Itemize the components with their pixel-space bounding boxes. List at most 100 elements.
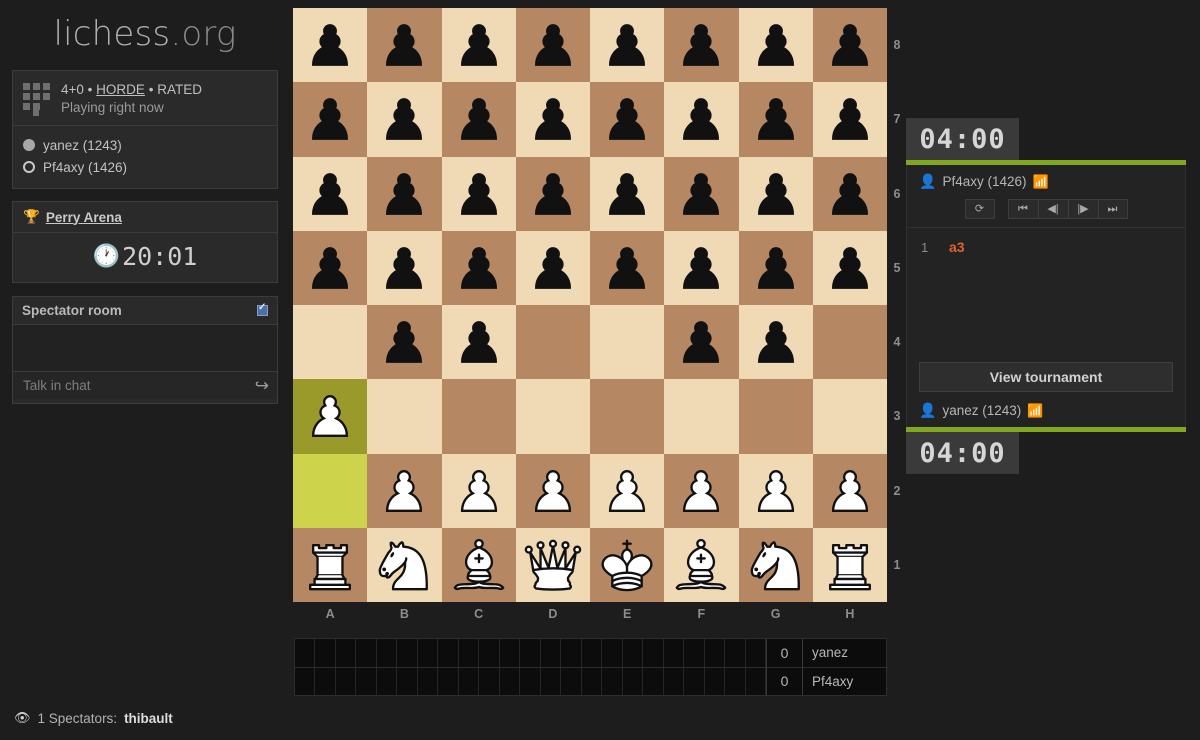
chat-toggle-checkbox[interactable]: [257, 302, 268, 316]
board-square-c1[interactable]: [441, 527, 516, 602]
board-square-f4[interactable]: [664, 305, 739, 380]
crosstable-player-name[interactable]: Pf4axy: [803, 666, 886, 696]
board-square-h1[interactable]: [812, 527, 887, 602]
rank-label-5: 5: [893, 260, 901, 275]
board-square-g7[interactable]: [738, 82, 813, 157]
board-square-f2[interactable]: [664, 453, 739, 528]
board-square-d7[interactable]: [515, 82, 590, 157]
board-square-a1[interactable]: [293, 527, 368, 602]
board-square-d6[interactable]: [515, 156, 590, 231]
board-square-h2[interactable]: [812, 453, 887, 528]
board-square-b4[interactable]: [367, 305, 442, 380]
board-square-c8[interactable]: [441, 8, 516, 83]
send-arrow-icon[interactable]: ↪: [255, 377, 269, 394]
previous-move-button[interactable]: ◀|: [1037, 199, 1068, 219]
view-tournament-button[interactable]: View tournament: [919, 362, 1173, 392]
variant-grid-icon: [23, 83, 51, 117]
board-square-b8[interactable]: [367, 8, 442, 83]
board-square-a6[interactable]: [293, 156, 368, 231]
board-square-c7[interactable]: [441, 82, 516, 157]
board-square-b6[interactable]: [367, 156, 442, 231]
crosstable-cell: [295, 639, 316, 667]
board-square-e6[interactable]: [590, 156, 665, 231]
board-square-a7[interactable]: [293, 82, 368, 157]
crosstable-row: [295, 639, 767, 667]
board-square-c5[interactable]: [441, 230, 516, 305]
right-panel: 04:00 👤 Pf4axy (1426) 📶 ⟳ ⏮ ◀| |▶ ⏭ 1 a3…: [906, 118, 1186, 474]
chat-messages: [13, 325, 277, 371]
board-square-f3[interactable]: [664, 379, 739, 454]
board-square-g1[interactable]: [738, 527, 813, 602]
board-square-f8[interactable]: [664, 8, 739, 83]
board-square-g8[interactable]: [738, 8, 813, 83]
board-square-b3[interactable]: [367, 379, 442, 454]
board-square-h3[interactable]: [812, 379, 887, 454]
board-square-h8[interactable]: [812, 8, 887, 83]
board-square-b7[interactable]: [367, 82, 442, 157]
board-square-c2[interactable]: [441, 453, 516, 528]
crosstable-cell: [459, 639, 480, 667]
crosstable-cell: [479, 667, 500, 695]
tournament-name-link[interactable]: Perry Arena: [46, 210, 122, 225]
flip-board-button[interactable]: ⟳: [964, 199, 995, 219]
rank-label-6: 6: [893, 186, 901, 201]
lichess-game-page: lichess.org 4+0 • HORDE • RATED Playing …: [0, 0, 1200, 740]
chat-input[interactable]: [21, 377, 255, 394]
board-square-h4[interactable]: [812, 305, 887, 380]
board-square-d2[interactable]: [515, 453, 590, 528]
board-square-e1[interactable]: [590, 527, 665, 602]
board-square-e3[interactable]: [590, 379, 665, 454]
board-square-f7[interactable]: [664, 82, 739, 157]
board-square-g3[interactable]: [738, 379, 813, 454]
first-move-button[interactable]: ⏮: [1007, 199, 1038, 219]
right-player-top[interactable]: 👤 Pf4axy (1426) 📶: [907, 165, 1185, 196]
board-square-d3[interactable]: [515, 379, 590, 454]
file-label-d: D: [548, 607, 558, 621]
board-square-h7[interactable]: [812, 82, 887, 157]
board-square-b1[interactable]: [367, 527, 442, 602]
board-square-e7[interactable]: [590, 82, 665, 157]
board-square-b2[interactable]: [367, 453, 442, 528]
board-square-a4[interactable]: [293, 305, 368, 380]
board-square-h6[interactable]: [812, 156, 887, 231]
crosstable-cell: [377, 667, 398, 695]
board-square-g4[interactable]: [738, 305, 813, 380]
board-square-g5[interactable]: [738, 230, 813, 305]
board-square-b5[interactable]: [367, 230, 442, 305]
right-player-bottom[interactable]: 👤 yanez (1243) 📶: [907, 400, 1185, 427]
board-square-d5[interactable]: [515, 230, 590, 305]
board-square-f1[interactable]: [664, 527, 739, 602]
board-square-f6[interactable]: [664, 156, 739, 231]
crosstable-cell: [479, 639, 500, 667]
board-square-e4[interactable]: [590, 305, 665, 380]
next-move-button[interactable]: |▶: [1067, 199, 1098, 219]
board-square-d8[interactable]: [515, 8, 590, 83]
board-square-a2[interactable]: [293, 453, 368, 528]
player-black[interactable]: yanez (1243): [23, 134, 267, 156]
board-square-d1[interactable]: [515, 527, 590, 602]
board-square-g6[interactable]: [738, 156, 813, 231]
last-move-button[interactable]: ⏭: [1097, 199, 1128, 219]
crosstable-cell: [356, 639, 377, 667]
board-square-g2[interactable]: [738, 453, 813, 528]
board-square-c4[interactable]: [441, 305, 516, 380]
crosstable-player-name[interactable]: yanez: [803, 639, 886, 667]
file-label-c: C: [474, 607, 484, 621]
board-square-e8[interactable]: [590, 8, 665, 83]
board-square-a5[interactable]: [293, 230, 368, 305]
board-square-f5[interactable]: [664, 230, 739, 305]
move-san[interactable]: a3: [949, 239, 965, 255]
board-square-d4[interactable]: [515, 305, 590, 380]
site-logo[interactable]: lichess.org: [0, 0, 290, 54]
crosstable-cell: [623, 639, 644, 667]
variant-link[interactable]: HORDE: [96, 82, 145, 97]
board-square-a3[interactable]: [293, 379, 368, 454]
board-square-c3[interactable]: [441, 379, 516, 454]
chess-board[interactable]: [293, 8, 887, 602]
board-square-a8[interactable]: [293, 8, 368, 83]
player-white[interactable]: Pf4axy (1426): [23, 156, 267, 178]
board-square-c6[interactable]: [441, 156, 516, 231]
board-square-e5[interactable]: [590, 230, 665, 305]
board-square-e2[interactable]: [590, 453, 665, 528]
board-square-h5[interactable]: [812, 230, 887, 305]
